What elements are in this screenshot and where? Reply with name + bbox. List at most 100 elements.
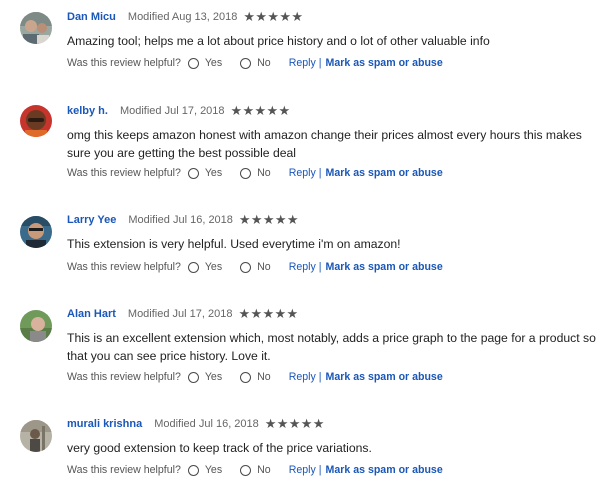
mark-spam-link[interactable]: Mark as spam or abuse (326, 57, 443, 69)
radio-icon[interactable] (240, 464, 252, 476)
helpful-yes-option[interactable]: Yes (187, 57, 223, 69)
avatar (20, 105, 52, 137)
no-label: No (257, 371, 271, 383)
radio-icon[interactable] (240, 261, 252, 273)
star-icon: ★ (279, 9, 292, 24)
no-label: No (257, 464, 271, 476)
helpful-question: Was this review helpful? (67, 167, 181, 179)
review-text: This is an excellent extension which, mo… (67, 331, 596, 363)
review-author[interactable]: Dan Micu (67, 11, 116, 23)
star-icon: ★ (276, 416, 289, 431)
star-icon: ★ (266, 103, 279, 118)
separator: | (318, 57, 322, 69)
review-author[interactable]: kelby h. (67, 105, 108, 117)
helpful-yes-option[interactable]: Yes (187, 167, 223, 179)
helpful-question: Was this review helpful? (67, 464, 181, 476)
star-rating: ★ ★ ★ ★ ★ (243, 9, 303, 25)
star-icon: ★ (250, 306, 263, 321)
helpful-no-option[interactable]: No (240, 261, 271, 273)
avatar (20, 310, 52, 342)
review-author[interactable]: Larry Yee (67, 214, 116, 226)
review-header: Alan Hart Modified Jul 17, 2018 ★ ★ ★ ★ … (67, 306, 298, 322)
star-icon: ★ (274, 306, 287, 321)
star-icon: ★ (274, 212, 288, 227)
star-icon: ★ (278, 103, 291, 118)
helpful-yes-option[interactable]: Yes (187, 261, 223, 273)
no-label: No (257, 167, 271, 179)
star-icon: ★ (242, 103, 255, 118)
person-avatar-icon (20, 105, 52, 137)
review-date: Modified Jul 17, 2018 (119, 105, 225, 117)
reply-link[interactable]: Reply (289, 371, 316, 383)
star-rating: ★ ★ ★ ★ ★ (231, 103, 291, 119)
star-icon: ★ (312, 416, 325, 431)
yes-label: Yes (204, 371, 223, 383)
review-author[interactable]: Alan Hart (67, 308, 116, 320)
helpful-yes-option[interactable]: Yes (187, 371, 223, 383)
radio-icon[interactable] (240, 57, 252, 69)
avatar (20, 12, 52, 44)
mark-spam-link[interactable]: Mark as spam or abuse (326, 371, 443, 383)
mark-spam-link[interactable]: Mark as spam or abuse (326, 464, 443, 476)
review-date: Modified Jul 16, 2018 (128, 214, 233, 226)
yes-label: Yes (204, 464, 223, 476)
person-avatar-icon (20, 12, 52, 44)
yes-label: Yes (204, 261, 223, 273)
no-label: No (257, 261, 271, 273)
no-label: No (257, 57, 271, 69)
star-icon: ★ (291, 9, 304, 24)
review-date: Modified Jul 16, 2018 (154, 418, 259, 430)
review-actions: Was this review helpful? Yes No Reply | … (67, 259, 443, 275)
radio-icon[interactable] (240, 167, 252, 179)
radio-icon[interactable] (187, 167, 199, 179)
radio-icon[interactable] (187, 57, 199, 69)
helpful-question: Was this review helpful? (67, 57, 181, 69)
helpful-question: Was this review helpful? (67, 371, 181, 383)
reply-link[interactable]: Reply (289, 261, 316, 273)
review-date: Modified Aug 13, 2018 (127, 11, 238, 23)
person-avatar-icon (20, 216, 52, 248)
star-rating: ★ ★ ★ ★ ★ (238, 306, 298, 322)
reply-link[interactable]: Reply (289, 167, 316, 179)
review-date: Modified Jul 17, 2018 (127, 308, 233, 320)
helpful-yes-option[interactable]: Yes (187, 464, 223, 476)
separator: | (318, 167, 322, 179)
yes-label: Yes (204, 167, 223, 179)
review-author[interactable]: murali krishna (67, 418, 142, 430)
star-icon: ★ (230, 103, 243, 118)
reply-link[interactable]: Reply (289, 57, 316, 69)
review-text: Amazing tool; helps me a lot about price… (67, 34, 490, 48)
star-icon: ★ (243, 9, 256, 24)
radio-icon[interactable] (187, 261, 199, 273)
radio-icon[interactable] (187, 371, 199, 383)
reply-link[interactable]: Reply (289, 464, 316, 476)
star-icon: ★ (288, 416, 301, 431)
yes-label: Yes (204, 57, 223, 69)
helpful-question: Was this review helpful? (67, 261, 181, 273)
star-icon: ★ (238, 306, 251, 321)
person-avatar-icon (20, 310, 52, 342)
mark-spam-link[interactable]: Mark as spam or abuse (326, 261, 443, 273)
star-icon: ★ (286, 306, 299, 321)
person-avatar-icon (20, 420, 52, 452)
helpful-no-option[interactable]: No (240, 464, 271, 476)
radio-icon[interactable] (240, 371, 252, 383)
helpful-no-option[interactable]: No (240, 371, 271, 383)
star-icon: ★ (262, 212, 276, 227)
review-actions: Was this review helpful? Yes No Reply | … (67, 165, 443, 181)
mark-spam-link[interactable]: Mark as spam or abuse (326, 167, 443, 179)
review-text: very good extension to keep track of the… (67, 441, 372, 455)
star-icon: ★ (250, 212, 264, 227)
review-header: Dan Micu Modified Aug 13, 2018 ★ ★ ★ ★ ★ (67, 9, 303, 25)
star-icon: ★ (264, 416, 277, 431)
helpful-no-option[interactable]: No (240, 57, 271, 69)
review-text: This extension is very helpful. Used eve… (67, 237, 401, 251)
separator: | (318, 261, 322, 273)
star-icon: ★ (254, 103, 267, 118)
helpful-no-option[interactable]: No (240, 167, 271, 179)
radio-icon[interactable] (187, 464, 199, 476)
review-text: omg this keeps amazon honest with amazon… (67, 128, 582, 160)
avatar (20, 420, 52, 452)
review-actions: Was this review helpful? Yes No Reply | … (67, 462, 443, 478)
avatar (20, 216, 52, 248)
